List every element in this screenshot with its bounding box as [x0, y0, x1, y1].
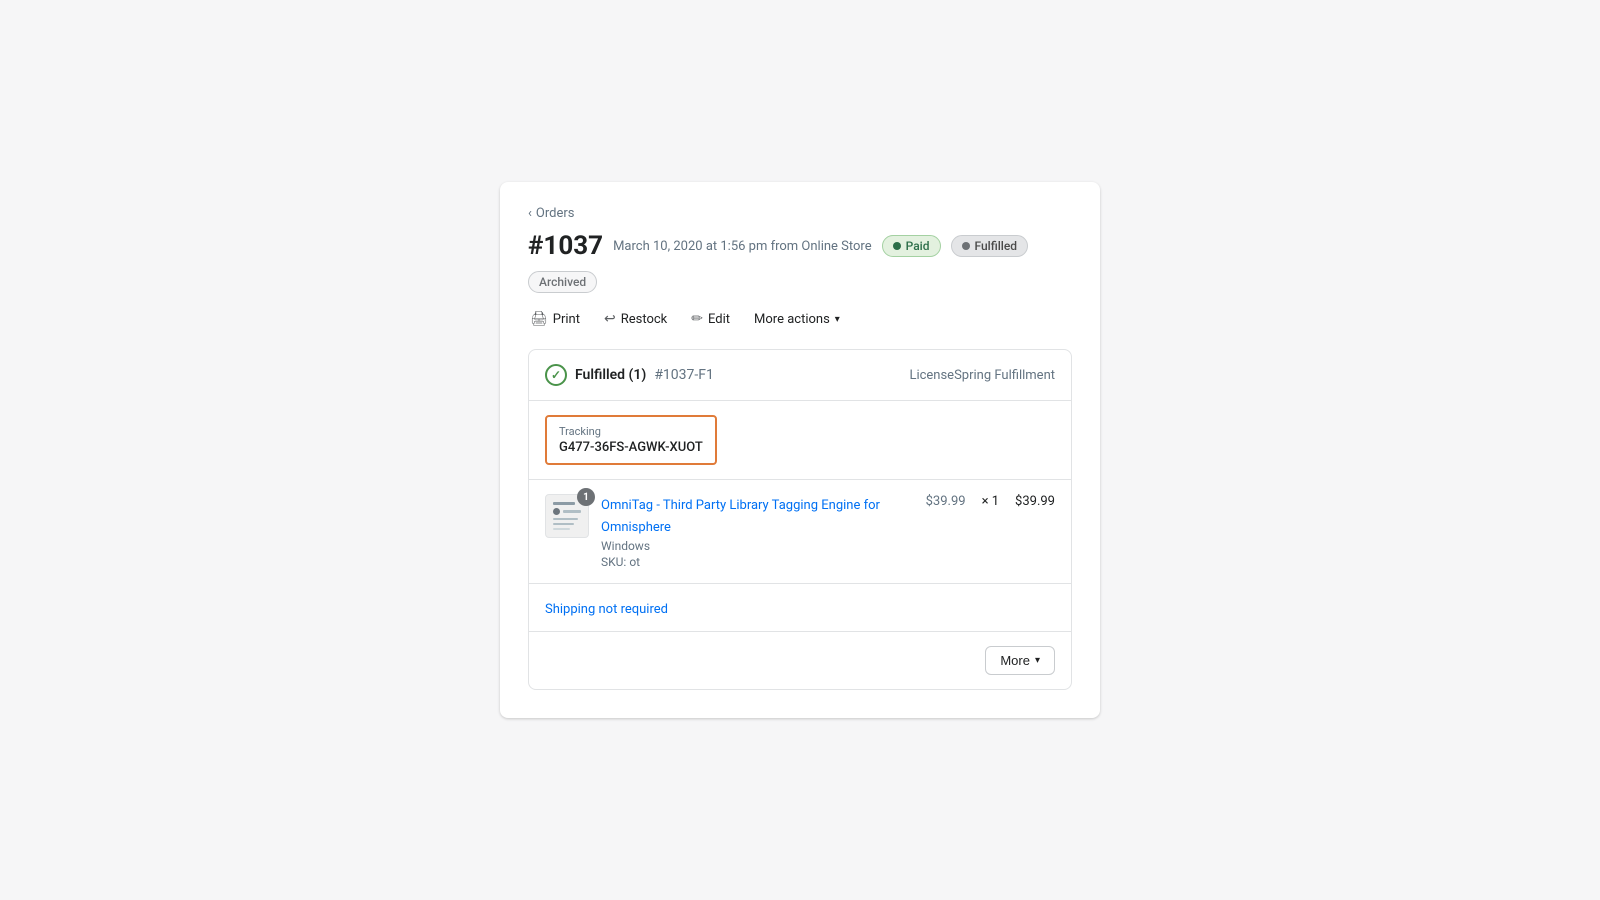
bottom-toolbar: More ▾ — [529, 631, 1071, 689]
fulfillment-status: Fulfilled (1) — [575, 367, 646, 383]
product-pricing: $39.99 × 1 $39.99 — [926, 494, 1055, 509]
more-button[interactable]: More ▾ — [985, 646, 1055, 675]
breadcrumb-chevron: ‹ — [528, 206, 532, 221]
order-toolbar: 🖨 Print ↩ Restock ✏ Edit More actions ▾ — [528, 307, 1072, 331]
product-sku: SKU: ot — [601, 555, 914, 569]
product-variant: Windows — [601, 539, 914, 553]
order-number: #1037 — [528, 231, 603, 261]
print-label: Print — [553, 312, 580, 327]
more-actions-button[interactable]: More actions ▾ — [752, 308, 842, 331]
tracking-number: G477-36FS-AGWK-XUOT — [559, 440, 703, 455]
edit-icon: ✏ — [691, 311, 703, 327]
product-section: 1 OmniTag - Third Party Library Tagging … — [529, 480, 1071, 583]
product-qty-badge: 1 — [577, 488, 595, 506]
badge-archived: Archived — [528, 271, 597, 293]
fulfillment-card: ✓ Fulfilled (1) #1037-F1 LicenseSpring F… — [528, 349, 1072, 689]
print-icon: 🖨 — [530, 311, 548, 327]
product-name-link[interactable]: OmniTag - Third Party Library Tagging En… — [601, 498, 880, 534]
fulfillment-id: #1037-F1 — [654, 367, 714, 383]
more-button-chevron-icon: ▾ — [1035, 655, 1040, 666]
product-unit-price: $39.99 — [926, 494, 966, 509]
order-header: #1037 March 10, 2020 at 1:56 pm from Onl… — [528, 231, 1072, 293]
more-actions-chevron-icon: ▾ — [835, 314, 840, 325]
order-detail-card: ‹ Orders #1037 March 10, 2020 at 1:56 pm… — [500, 182, 1100, 717]
product-info: OmniTag - Third Party Library Tagging En… — [601, 494, 914, 568]
print-button[interactable]: 🖨 Print — [528, 307, 582, 331]
fulfillment-title: ✓ Fulfilled (1) #1037-F1 — [545, 364, 714, 386]
fulfillment-header: ✓ Fulfilled (1) #1037-F1 LicenseSpring F… — [529, 350, 1071, 401]
tracking-section: Tracking G477-36FS-AGWK-XUOT — [529, 401, 1071, 480]
more-actions-label: More actions — [754, 312, 830, 327]
tracking-box[interactable]: Tracking G477-36FS-AGWK-XUOT — [545, 415, 717, 465]
fulfilled-check-icon: ✓ — [545, 364, 567, 386]
restock-button[interactable]: ↩ Restock — [602, 307, 669, 331]
shipping-section: Shipping not required — [529, 584, 1071, 631]
badge-paid: Paid — [882, 235, 941, 257]
edit-button[interactable]: ✏ Edit — [689, 307, 732, 331]
restock-icon: ↩ — [604, 311, 616, 327]
badge-paid-label: Paid — [906, 239, 930, 253]
product-qty-label: × 1 — [982, 494, 999, 509]
restock-label: Restock — [621, 312, 668, 327]
fulfillment-service: LicenseSpring Fulfillment — [909, 368, 1055, 383]
breadcrumb[interactable]: ‹ Orders — [528, 206, 1072, 221]
badge-fulfilled-dot — [962, 242, 970, 250]
badge-fulfilled: Fulfilled — [951, 235, 1029, 257]
badge-fulfilled-label: Fulfilled — [975, 239, 1018, 253]
product-row: 1 OmniTag - Third Party Library Tagging … — [545, 494, 1055, 568]
tracking-label: Tracking — [559, 425, 703, 438]
badge-archived-label: Archived — [539, 275, 586, 289]
product-thumbnail-wrap: 1 — [545, 494, 589, 538]
more-button-label: More — [1000, 653, 1030, 668]
product-total-price: $39.99 — [1015, 494, 1055, 509]
breadcrumb-label: Orders — [536, 206, 575, 221]
shipping-text[interactable]: Shipping not required — [545, 602, 668, 617]
order-date: March 10, 2020 at 1:56 pm from Online St… — [613, 239, 872, 254]
edit-label: Edit — [708, 312, 730, 327]
badge-paid-dot — [893, 242, 901, 250]
